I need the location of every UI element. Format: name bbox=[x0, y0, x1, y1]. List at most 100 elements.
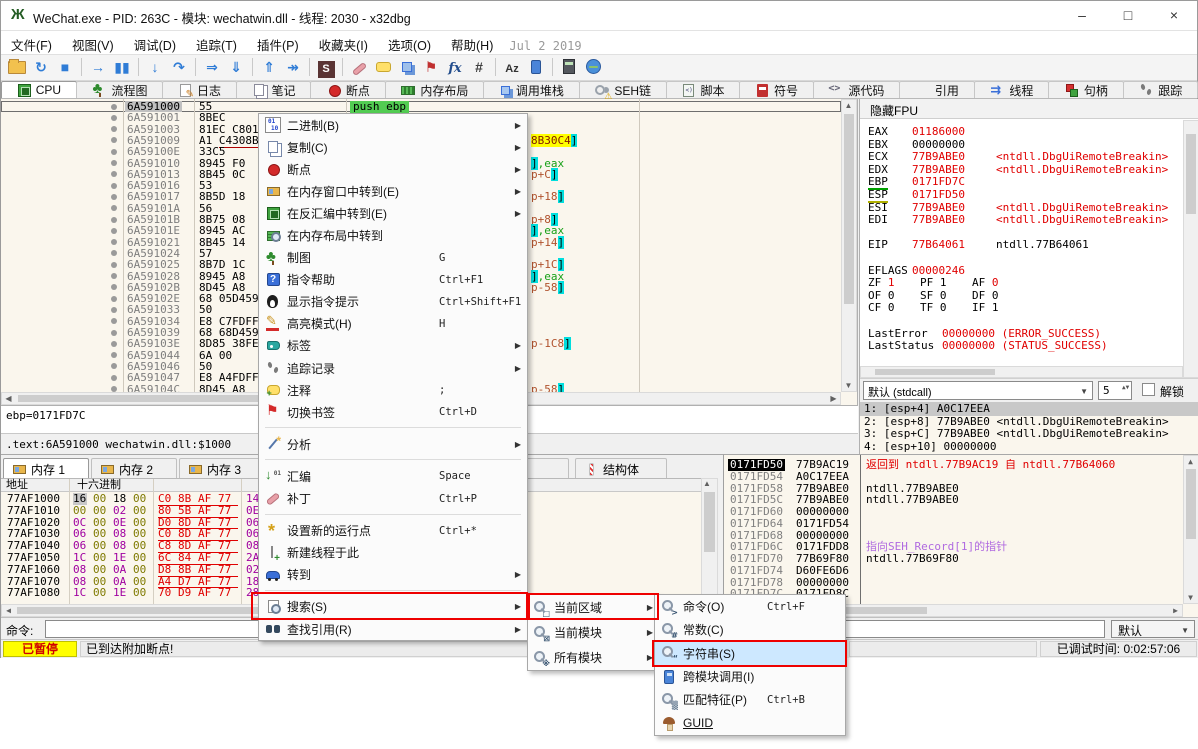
menu-item-在内存布局中转到[interactable]: 在内存布局中转到 bbox=[259, 224, 527, 246]
menu-item-高亮模式(H)[interactable]: 高亮模式(H)H bbox=[259, 313, 527, 335]
run-icon[interactable]: → bbox=[86, 57, 110, 78]
breakpoint-dot[interactable] bbox=[111, 352, 117, 358]
breakpoint-dot[interactable] bbox=[111, 330, 117, 336]
tab-断点[interactable]: 断点 bbox=[310, 81, 385, 98]
registers-vscrollbar[interactable] bbox=[1183, 120, 1198, 378]
breakpoint-dot[interactable] bbox=[111, 273, 117, 279]
pattern-icon[interactable]: # bbox=[467, 57, 491, 78]
breakpoint-dot[interactable] bbox=[111, 126, 117, 132]
tab-结构体[interactable]: 结构体 bbox=[575, 458, 667, 479]
tab-线程[interactable]: 线程 bbox=[974, 81, 1049, 98]
breakpoint-dot[interactable] bbox=[111, 205, 117, 211]
menu-item-查找引用(R)[interactable]: 查找引用(R)▶ bbox=[259, 618, 527, 640]
breakpoint-dot[interactable] bbox=[111, 296, 117, 302]
breakpoint-dot[interactable] bbox=[111, 183, 117, 189]
stack-arg-row[interactable]: 4: [esp+10] 00000000 bbox=[860, 441, 1198, 454]
stack-arg-row[interactable]: 1: [esp+4] A0C17EEA bbox=[860, 403, 1198, 416]
breakpoint-dot[interactable] bbox=[111, 307, 117, 313]
menu-item-当前区域[interactable]: □当前区域▶ bbox=[528, 595, 659, 620]
registers-pane[interactable]: 隐藏FPU EAX01186000EBX00000000ECX77B9ABE0<… bbox=[859, 99, 1198, 454]
tab-内存 2[interactable]: 内存 2 bbox=[91, 458, 177, 479]
menu-item-当前模块[interactable]: ⊠当前模块▶ bbox=[528, 620, 659, 645]
calling-convention-dropdown[interactable]: 默认 (stdcall)▼ bbox=[863, 381, 1093, 400]
menu-item-补丁[interactable]: 补丁Ctrl+P bbox=[259, 488, 527, 510]
menu-item-分析[interactable]: 分析▶ bbox=[259, 433, 527, 455]
trace-into-icon[interactable]: ↠ bbox=[281, 57, 305, 78]
menu-item-转到[interactable]: 转到▶ bbox=[259, 564, 527, 586]
stack-arg-row[interactable]: 3: [esp+C] 77B9ABE0 <ntdll.DbgUiRemoteBr… bbox=[860, 428, 1198, 441]
intermodular-calls-icon[interactable] bbox=[524, 57, 548, 78]
menu-item-在内存窗口中转到(E)[interactable]: 在内存窗口中转到(E)▶ bbox=[259, 180, 527, 202]
menubar-item[interactable]: 选项(O) bbox=[378, 31, 441, 58]
disasm-vscrollbar[interactable]: ▲▼ bbox=[841, 99, 857, 392]
stack-vscrollbar[interactable]: ▲▼ bbox=[1183, 455, 1198, 604]
menu-item-常数(C)[interactable]: #常数(C) bbox=[655, 618, 845, 641]
menubar-item[interactable]: 收藏夹(I) bbox=[309, 31, 378, 58]
breakpoint-dot[interactable] bbox=[111, 262, 117, 268]
stack-pane[interactable]: 0171FD5077B9AC19返回到 ntdll.77B9AC19 自 ntd… bbox=[723, 454, 1198, 617]
menu-item-字符串(S)[interactable]: “字符串(S) bbox=[655, 642, 845, 665]
bookmarks-icon[interactable]: ⚑ bbox=[419, 57, 443, 78]
close-button[interactable]: × bbox=[1151, 1, 1197, 31]
menu-item-切换书签[interactable]: 切换书签Ctrl+D bbox=[259, 401, 527, 423]
menu-item-GUID[interactable]: GUID bbox=[655, 711, 845, 734]
stop-icon[interactable]: ■ bbox=[53, 57, 77, 78]
menubar-item[interactable]: 调试(D) bbox=[124, 31, 186, 58]
step-over-icon[interactable]: ↷ bbox=[167, 57, 191, 78]
menu-item-追踪记录[interactable]: 追踪记录▶ bbox=[259, 357, 527, 379]
menu-item-显示指令提示[interactable]: 显示指令提示Ctrl+Shift+F1 bbox=[259, 291, 527, 313]
tab-SEH链[interactable]: SEH链 bbox=[579, 81, 667, 98]
menu-item-标签[interactable]: 标签▶ bbox=[259, 335, 527, 357]
arg-count-stepper[interactable]: 5 bbox=[1098, 381, 1132, 400]
breakpoint-dot[interactable] bbox=[111, 239, 117, 245]
tab-调用堆栈[interactable]: 调用堆栈 bbox=[483, 81, 579, 98]
unlock-checkbox[interactable] bbox=[1142, 383, 1155, 396]
tab-内存 3[interactable]: 内存 3 bbox=[179, 458, 265, 479]
menubar-item[interactable]: 帮助(H) bbox=[441, 31, 503, 58]
menu-item-在反汇编中转到(E)[interactable]: 在反汇编中转到(E)▶ bbox=[259, 202, 527, 224]
stack-row[interactable]: 0171FD7800000000 bbox=[724, 577, 1183, 589]
breakpoint-dot[interactable] bbox=[111, 160, 117, 166]
tab-引用[interactable]: 引用 bbox=[899, 81, 974, 98]
tab-内存 1[interactable]: 内存 1 bbox=[3, 458, 89, 479]
menu-item-注释[interactable]: 注释; bbox=[259, 379, 527, 401]
tab-日志[interactable]: 日志 bbox=[162, 81, 236, 98]
menu-item-指令帮助[interactable]: 指令帮助Ctrl+F1 bbox=[259, 269, 527, 291]
tab-流程图[interactable]: 流程图 bbox=[76, 81, 163, 98]
tab-符号[interactable]: 符号 bbox=[739, 81, 813, 98]
breakpoint-dot[interactable] bbox=[111, 194, 117, 200]
menu-item-断点[interactable]: 断点▶ bbox=[259, 158, 527, 180]
tab-CPU[interactable]: CPU bbox=[1, 81, 77, 98]
breakpoint-dot[interactable] bbox=[111, 149, 117, 155]
menu-item-汇编[interactable]: 汇编Space bbox=[259, 465, 527, 487]
breakpoint-dot[interactable] bbox=[111, 250, 117, 256]
tab-脚本[interactable]: 脚本 bbox=[666, 81, 740, 98]
tab-内存布局[interactable]: 内存布局 bbox=[385, 81, 484, 98]
pause-icon[interactable]: ▮▮ bbox=[110, 57, 134, 78]
step-into-icon[interactable]: ↓ bbox=[143, 57, 167, 78]
breakpoint-dot[interactable] bbox=[111, 104, 117, 110]
menu-item-命令(O)[interactable]: >命令(O)Ctrl+F bbox=[655, 595, 845, 618]
hide-fpu-button[interactable]: 隐藏FPU bbox=[860, 99, 1198, 119]
breakpoint-dot[interactable] bbox=[111, 228, 117, 234]
globe-icon[interactable] bbox=[581, 57, 605, 78]
command-profile-dropdown[interactable]: 默认▼ bbox=[1111, 620, 1195, 638]
menubar-item[interactable]: 视图(V) bbox=[62, 31, 124, 58]
menu-item-跨模块调用(I)[interactable]: 跨模块调用(I) bbox=[655, 665, 845, 688]
calculator-icon[interactable] bbox=[557, 57, 581, 78]
strings-icon[interactable]: Az bbox=[500, 57, 524, 78]
stack-row[interactable]: 0171FD54A0C17EEA bbox=[724, 471, 1183, 483]
menu-item-搜索(S)[interactable]: 搜索(S)▶ bbox=[259, 596, 527, 618]
step-out-icon[interactable]: ⇓ bbox=[224, 57, 248, 78]
menu-item-复制(C)[interactable]: 复制(C)▶ bbox=[259, 136, 527, 158]
stack-row[interactable]: 0171FD640171FD54 bbox=[724, 518, 1183, 530]
maximize-button[interactable]: □ bbox=[1105, 1, 1151, 31]
menu-item-新建线程于此[interactable]: 新建线程于此 bbox=[259, 542, 527, 564]
breakpoint-dot[interactable] bbox=[111, 217, 117, 223]
menubar-item[interactable]: 追踪(T) bbox=[186, 31, 247, 58]
breakpoint-dot[interactable] bbox=[111, 284, 117, 290]
tab-跟踪[interactable]: 跟踪 bbox=[1123, 81, 1198, 98]
comments-icon[interactable] bbox=[371, 57, 395, 78]
breakpoint-dot[interactable] bbox=[111, 341, 117, 347]
tab-句柄[interactable]: 句柄 bbox=[1048, 81, 1123, 98]
